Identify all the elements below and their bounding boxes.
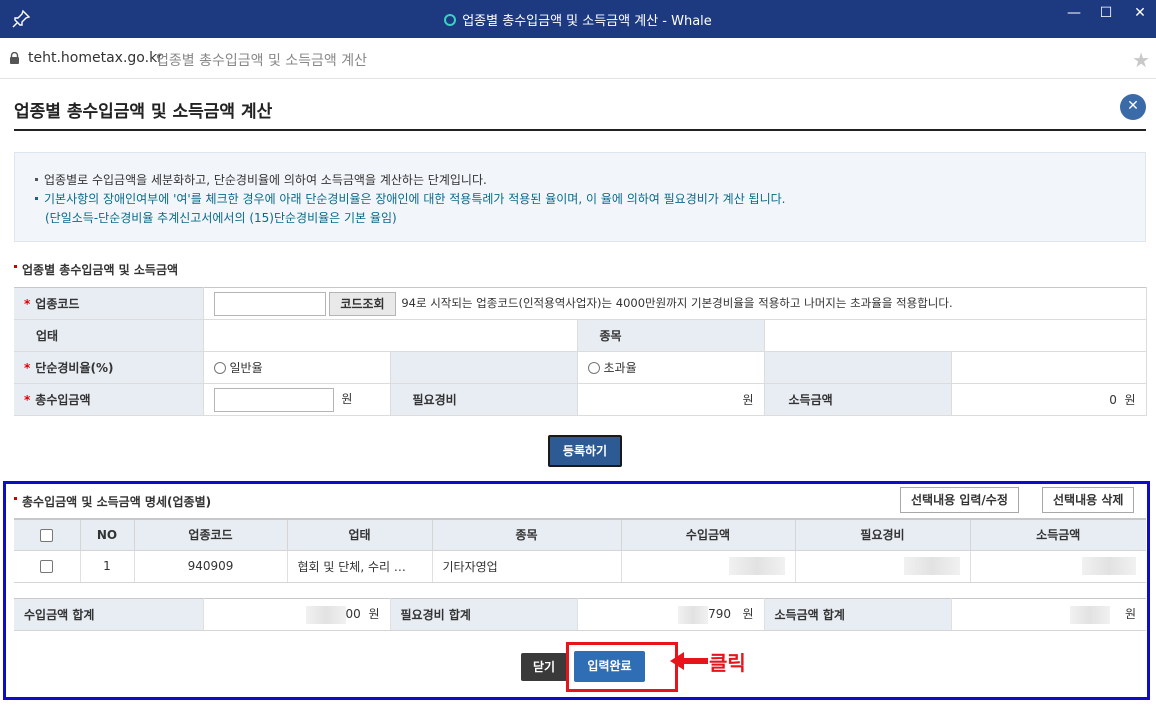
row-no: 1 xyxy=(80,550,135,583)
table-row[interactable]: 1 940909 협회 및 단체, 수리 … 기타자영업 xyxy=(14,550,1146,583)
whale-logo-icon xyxy=(444,14,457,26)
column-header: 소득금액 xyxy=(970,519,1146,551)
total-income-input[interactable] xyxy=(213,387,334,412)
row-business-item: 기타자영업 xyxy=(432,550,622,583)
industry-code-label: * 업종코드 xyxy=(14,287,204,320)
blurred-value xyxy=(305,605,346,624)
total-income-label: * 총수입금액 xyxy=(14,383,204,416)
lock-icon xyxy=(10,52,19,64)
maximize-button[interactable]: ☐ xyxy=(1096,3,1116,23)
section-title: 업종별 총수입금액 및 소득금액 xyxy=(14,261,178,278)
window-title-text: 업종별 총수입금액 및 소득금액 계산 - Whale xyxy=(462,14,712,29)
row-business-type: 협회 및 단체, 수리 … xyxy=(287,550,433,583)
income-amount-value: 0 원 xyxy=(951,383,1147,416)
title-divider xyxy=(14,129,1146,131)
register-button[interactable]: 등록하기 xyxy=(548,435,622,467)
radio-button[interactable] xyxy=(213,362,226,374)
delete-selected-button[interactable]: 선택내용 삭제 xyxy=(1042,487,1135,513)
won-unit: 원 xyxy=(341,392,353,406)
column-header: 필요경비 xyxy=(795,519,971,551)
close-button[interactable]: 닫기 xyxy=(521,653,567,681)
select-all-checkbox[interactable] xyxy=(40,528,54,542)
simple-rate-label: * 단순경비율(%) xyxy=(14,351,204,384)
window-title: 업종별 총수입금액 및 소득금액 계산 - Whale xyxy=(0,10,1156,29)
info-box: 업종별로 수입금액을 세분화하고, 단순경비율에 의하여 소득금액을 계산하는 … xyxy=(14,152,1146,242)
column-header: 업종코드 xyxy=(134,519,288,551)
income-amount-label: 소득금액 xyxy=(764,383,952,416)
excess-rate-radio[interactable]: 초과율 xyxy=(577,351,765,384)
edit-selected-button[interactable]: 선택내용 입력/수정 xyxy=(900,487,1019,513)
url-text[interactable]: teht.hometax.go.kr xyxy=(28,50,163,66)
income-form-table: * 업종코드 코드조회 94로 시작되는 업종코드(인적용역사업자)는 4000만… xyxy=(14,287,1147,416)
address-page-title: 업종별 총수입금액 및 소득금액 계산 xyxy=(156,53,367,69)
column-header: 업태 xyxy=(287,519,433,551)
business-type-value xyxy=(203,319,578,352)
row-income xyxy=(970,550,1146,583)
annotation-label: 클릭 xyxy=(709,651,746,675)
page-title: 업종별 총수입금액 및 소득금액 계산 xyxy=(14,102,273,122)
expense-total-value: 790 원 xyxy=(577,598,765,631)
necessary-expense-label: 필요경비 xyxy=(390,383,578,416)
industry-code-input[interactable] xyxy=(213,291,326,316)
business-item-label: 종목 xyxy=(577,319,765,352)
code-lookup-button[interactable]: 코드조회 xyxy=(329,291,396,316)
row-checkbox[interactable] xyxy=(40,560,54,573)
select-all-checkbox-cell[interactable] xyxy=(14,519,81,551)
minimize-button[interactable]: — xyxy=(1064,3,1084,23)
income-amount-total-value: 원 xyxy=(951,598,1146,631)
row-income-amount xyxy=(621,550,796,583)
excess-rate-value xyxy=(764,351,952,384)
income-amount-total-label: 소득금액 합계 xyxy=(764,598,952,631)
detail-section-title: 총수입금액 및 소득금액 명세(업종별) xyxy=(14,493,211,510)
window-close-button[interactable]: ✕ xyxy=(1130,3,1150,23)
row-industry-code: 940909 xyxy=(134,550,288,583)
detail-table: NO 업종코드 업태 종목 수입금액 필요경비 소득금액 1 940909 협회… xyxy=(14,518,1146,583)
table-header-row: NO 업종코드 업태 종목 수입금액 필요경비 소득금액 xyxy=(14,519,1146,551)
address-bar[interactable]: teht.hometax.go.kr 업종별 총수입금액 및 소득금액 계산 ★ xyxy=(0,38,1156,79)
annotation-highlight-box xyxy=(566,642,678,692)
bookmark-star-icon[interactable]: ★ xyxy=(1132,48,1150,72)
blurred-value xyxy=(728,557,785,575)
column-header: 수입금액 xyxy=(621,519,796,551)
row-checkbox-cell[interactable] xyxy=(14,550,81,583)
normal-rate-radio[interactable]: 일반율 xyxy=(203,351,391,384)
normal-rate-value xyxy=(390,351,578,384)
popup-close-button[interactable]: ✕ xyxy=(1120,94,1146,120)
income-total-value: 00 원 xyxy=(203,598,391,631)
expense-total-label: 필요경비 합계 xyxy=(390,598,578,631)
income-total-label: 수입금액 합계 xyxy=(14,598,204,631)
blurred-value xyxy=(903,557,960,575)
window-titlebar: 업종별 총수입금액 및 소득금액 계산 - Whale — ☐ ✕ xyxy=(0,0,1156,38)
business-item-value xyxy=(764,319,1147,352)
info-line: (단일소득-단순경비율 추계신고서에서의 (15)단순경비율은 기본 율임) xyxy=(45,211,397,225)
column-header: 종목 xyxy=(432,519,622,551)
business-type-label: 업태 xyxy=(14,319,204,352)
blurred-value xyxy=(678,605,709,624)
blurred-value xyxy=(1069,605,1110,624)
radio-button[interactable] xyxy=(587,362,600,374)
column-header: NO xyxy=(80,519,135,551)
info-line: 기본사항의 장애인여부에 '여'를 체크한 경우에 아래 단순경비율은 장애인에… xyxy=(35,190,1145,209)
code-hint: 94로 시작되는 업종코드(인적용역사업자)는 4000만원까지 기본경비율을 … xyxy=(401,296,953,310)
necessary-expense-value: 원 xyxy=(577,383,765,416)
blurred-value xyxy=(1082,557,1136,575)
summary-table: 수입금액 합계 00 원 필요경비 합계 790 원 소득금액 합계 원 xyxy=(14,598,1146,631)
annotation-arrow-icon xyxy=(670,652,708,670)
row-necessary-expense xyxy=(795,550,971,583)
info-line: 업종별로 수입금액을 세분화하고, 단순경비율에 의하여 소득금액을 계산하는 … xyxy=(35,171,1145,190)
